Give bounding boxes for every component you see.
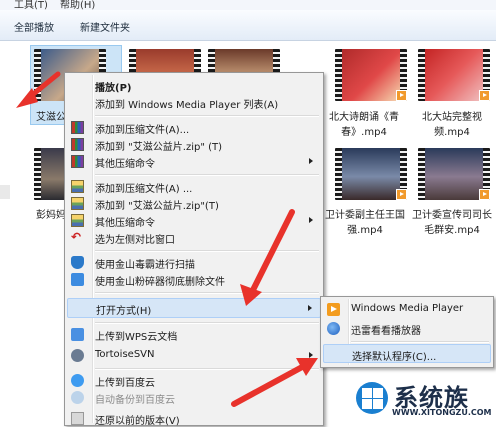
annotation-arrows [16,71,318,407]
red-arrow-icon [240,209,295,306]
windows-logo-icon [356,382,388,414]
red-arrow-icon [16,71,61,108]
site-watermark: 系统族 WWW.XITONGZU.COM [352,374,496,424]
red-arrow-icon [231,358,318,407]
